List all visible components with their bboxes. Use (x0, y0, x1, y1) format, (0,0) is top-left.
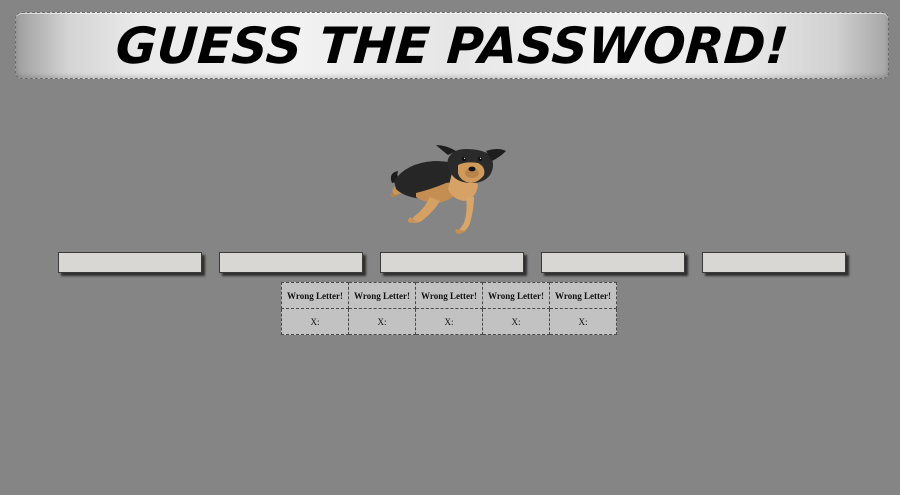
wrong-letter-value: X: (549, 308, 617, 335)
wrong-letters-table: Wrong Letter! Wrong Letter! Wrong Letter… (281, 282, 617, 335)
password-slot-4 (541, 252, 685, 273)
password-slot-1 (58, 252, 202, 273)
wrong-letter-header: Wrong Letter! (415, 282, 483, 309)
wrong-letters-value-row: X: X: X: X: X: (281, 308, 617, 335)
wrong-letter-header: Wrong Letter! (549, 282, 617, 309)
page-title: GUESS THE PASSWORD! (113, 16, 791, 75)
password-slot-2 (219, 252, 363, 273)
title-banner: GUESS THE PASSWORD! (15, 12, 889, 79)
wrong-letter-header: Wrong Letter! (281, 282, 349, 309)
wrong-letter-header: Wrong Letter! (482, 282, 550, 309)
wrong-letters-header-row: Wrong Letter! Wrong Letter! Wrong Letter… (281, 282, 617, 309)
wrong-letter-value: X: (281, 308, 349, 335)
wrong-letter-value: X: (415, 308, 483, 335)
password-slot-5 (702, 252, 846, 273)
wrong-letter-value: X: (348, 308, 416, 335)
password-slot-3 (380, 252, 524, 273)
dog-image (386, 143, 510, 235)
game-page: GUESS THE PASSWORD! Wrong Letter! Wrong … (0, 0, 900, 495)
wrong-letter-value: X: (482, 308, 550, 335)
wrong-letter-header: Wrong Letter! (348, 282, 416, 309)
